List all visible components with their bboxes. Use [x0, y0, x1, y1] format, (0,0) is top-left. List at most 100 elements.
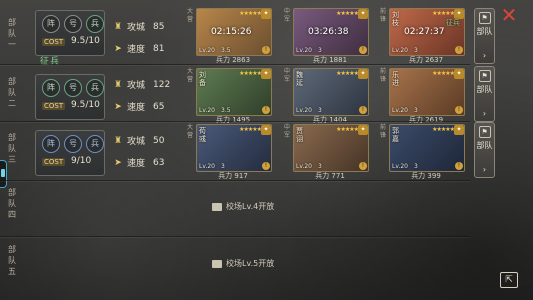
cost-value: 9/10 [71, 156, 92, 166]
hero-cost: 3.5 [221, 47, 231, 54]
lock-icon [212, 259, 222, 268]
hero-stars: ★★★★★ [336, 10, 359, 17]
hero-badge-icon: ✦ [261, 69, 271, 79]
hero-stars: ★★★★★ [239, 126, 262, 133]
hero-cost: 3 [318, 163, 322, 170]
squad-detail-button[interactable]: ⚑ 部队 › [474, 8, 495, 64]
chevron-right-icon: › [482, 109, 487, 118]
formation-slot-troop[interactable]: 兵 [86, 79, 104, 97]
formation-panel[interactable]: 阵 号 兵 COST 9/10 [35, 130, 105, 176]
speed-stat: ➤ 速度 81 [114, 43, 165, 56]
formation-slot-array[interactable]: 阵 [42, 79, 60, 97]
hero-stars: ★★★★★ [239, 10, 262, 17]
locked-squad-notice: 校场Lv.5开放 [212, 258, 274, 269]
row-divider [0, 64, 470, 65]
hero-name: 乐进 [392, 71, 399, 87]
squad-row-5: 部队五 校场Lv.5开放 [0, 238, 470, 294]
hero-level: Lv.20 [392, 47, 408, 54]
hero-name: 魏延 [296, 71, 303, 87]
hero-name: 刘枝 [392, 11, 399, 27]
hero-card[interactable]: 贾诩 ★★★★★ ✦ Lv.20 3 ! [293, 124, 369, 172]
hero-card[interactable]: 魏延 ★★★★★ ✦ Lv.20 3 ! [293, 68, 369, 116]
hero-level: Lv.20 [392, 163, 408, 170]
squad-row-1: 部队一 阵 号 兵 COST 9.5/10 征兵 ♜ 攻城 85 ➤ 速度 81 大营 … [0, 0, 495, 67]
formation-slot-troop[interactable]: 兵 [86, 135, 104, 153]
hero-cost: 3 [414, 163, 418, 170]
siege-stat: ♜ 攻城 50 [113, 135, 165, 148]
speed-stat: ➤ 速度 65 [114, 101, 165, 114]
formation-slot-horn[interactable]: 号 [64, 79, 82, 97]
hero-badge-icon: ✦ [358, 125, 368, 135]
hero-detail-icon[interactable]: ! [262, 162, 270, 170]
hero-position-label: 前锋 [379, 124, 386, 139]
hero-card[interactable]: ★★★★★ ✦ 03:26:38 Lv.20 3 ! [293, 8, 369, 56]
hero-detail-icon[interactable]: ! [455, 162, 463, 170]
hero-cost: 3 [414, 107, 418, 114]
close-button[interactable]: ✕ [499, 5, 519, 25]
share-icon[interactable]: ⇱ [500, 272, 518, 288]
locked-squad-notice: 校场Lv.4开放 [212, 201, 274, 212]
squad-detail-button[interactable]: ⚑ 部队 › [474, 66, 495, 122]
cost-icon: COST [42, 102, 66, 110]
hero-detail-icon[interactable]: ! [455, 106, 463, 114]
squad-row-2: 部队二 阵 号 兵 COST 9.5/10 ♜ 攻城 122 ➤ 速度 65 大营 刘备… [0, 66, 495, 124]
hero-badge-icon: ✦ [454, 125, 464, 135]
hero-position-label: 前锋 [379, 8, 386, 23]
hero-badge-icon: ✦ [358, 9, 368, 19]
formation-panel[interactable]: 阵 号 兵 COST 9.5/10 [35, 74, 105, 120]
hero-name: 荀彧 [199, 127, 206, 143]
hero-status: 征兵 [446, 19, 460, 27]
formation-panel[interactable]: 阵 号 兵 COST 9.5/10 [35, 10, 105, 56]
hero-cost: 3.5 [221, 107, 231, 114]
hero-position-label: 大营 [186, 124, 193, 139]
chevron-right-icon: › [482, 51, 487, 60]
hero-name: 郭嘉 [392, 127, 399, 143]
hero-card[interactable]: ★★★★★ ✦ 02:15:26 Lv.20 3.5 ! [196, 8, 272, 56]
siege-icon: ♜ [113, 135, 123, 146]
squad-icon: ⚑ [478, 70, 491, 82]
squad-row-3: 部队三 阵 号 兵 COST 9/10 ♜ 攻城 50 ➤ 速度 63 大营 荀彧 ★★… [0, 122, 495, 180]
squad-detail-button[interactable]: ⚑ 部队 › [474, 122, 495, 178]
hero-name: 刘备 [199, 71, 206, 87]
siege-icon: ♜ [113, 21, 123, 32]
hero-card[interactable]: 荀彧 ★★★★★ ✦ Lv.20 3 ! [196, 124, 272, 172]
cost-value: 9.5/10 [71, 100, 100, 110]
cost-icon: COST [42, 158, 66, 166]
formation-slot-horn[interactable]: 号 [64, 135, 82, 153]
hero-timer: 03:26:38 [308, 27, 349, 37]
squad-label: 部队二 [8, 77, 16, 108]
hero-card[interactable]: 刘备 ★★★★★ ✦ Lv.20 3.5 ! [196, 68, 272, 116]
chevron-right-icon: › [482, 165, 487, 174]
hero-card[interactable]: 刘枝 ★★★★★ ✦ 征兵 02:27:37 Lv.20 3 ! [389, 8, 465, 56]
hero-level: Lv.20 [296, 107, 312, 114]
formation-slot-array[interactable]: 阵 [42, 15, 60, 33]
siege-stat: ♜ 攻城 122 [113, 79, 171, 92]
hero-cost: 3 [221, 163, 225, 170]
hero-card[interactable]: 郭嘉 ★★★★★ ✦ Lv.20 3 ! [389, 124, 465, 172]
squad-label: 部队四 [8, 188, 16, 219]
formation-slot-horn[interactable]: 号 [64, 15, 82, 33]
hero-detail-icon[interactable]: ! [359, 106, 367, 114]
hero-detail-icon[interactable]: ! [262, 46, 270, 54]
hero-detail-icon[interactable]: ! [455, 46, 463, 54]
hero-cost: 3 [318, 47, 322, 54]
hero-detail-icon[interactable]: ! [359, 46, 367, 54]
hero-stars: ★★★★★ [432, 126, 455, 133]
hero-position-label: 中军 [283, 124, 290, 139]
hero-timer: 02:27:37 [404, 27, 445, 37]
formation-slot-troop[interactable]: 兵 [86, 15, 104, 33]
hero-position-label: 大营 [186, 8, 193, 23]
hero-level: Lv.20 [199, 107, 215, 114]
row-divider [0, 236, 470, 237]
hero-position-label: 中军 [283, 8, 290, 23]
formation-slot-array[interactable]: 阵 [42, 135, 60, 153]
hero-timer: 02:15:26 [211, 27, 252, 37]
hero-name: 贾诩 [296, 127, 303, 143]
hero-stars: ★★★★★ [239, 70, 262, 77]
hero-stars: ★★★★★ [432, 70, 455, 77]
hero-card[interactable]: 乐进 ★★★★★ ✦ Lv.20 3 ! [389, 68, 465, 116]
hero-detail-icon[interactable]: ! [359, 162, 367, 170]
hero-detail-icon[interactable]: ! [262, 106, 270, 114]
hero-stars: ★★★★★ [336, 70, 359, 77]
speed-stat: ➤ 速度 63 [114, 157, 165, 170]
